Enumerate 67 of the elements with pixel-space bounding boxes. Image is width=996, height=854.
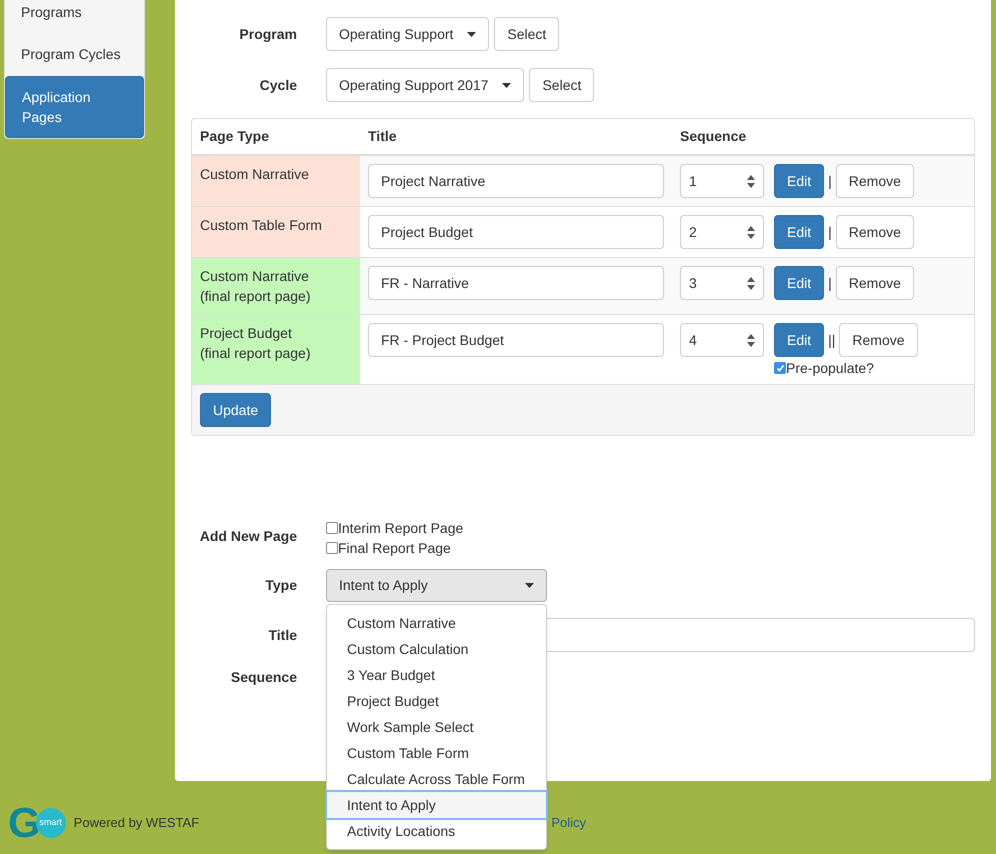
menu-item[interactable]: Custom Calculation xyxy=(327,636,546,662)
column-header: Title xyxy=(367,127,398,146)
page-type-note: (final report page) xyxy=(200,344,312,363)
select-dropdown[interactable]: Operating Support xyxy=(326,17,490,51)
field-label: Program xyxy=(238,24,297,44)
menu-item[interactable]: Custom Table Form xyxy=(327,740,546,766)
sequence-field[interactable]: 1 xyxy=(680,164,764,198)
select-dropdown[interactable]: Operating Support 2017 xyxy=(326,68,524,102)
separator-text: | xyxy=(828,274,832,293)
update-button[interactable]: Update xyxy=(200,393,272,427)
separator-text: | xyxy=(828,172,832,191)
checkbox[interactable] xyxy=(774,362,786,374)
column-header: Page Type xyxy=(199,127,270,146)
page-type-text: Custom Narrative xyxy=(200,165,310,184)
spinner-icon xyxy=(747,226,755,238)
checkbox[interactable] xyxy=(326,522,338,534)
sequence-field[interactable]: 3 xyxy=(680,266,764,300)
spinner-icon xyxy=(747,174,755,188)
column-header: Sequence xyxy=(679,127,748,146)
title-field[interactable]: Project Budget xyxy=(368,215,664,249)
powered-by-text: Powered by WESTAF xyxy=(74,814,200,832)
page-type-text: Custom Narrative xyxy=(200,267,310,286)
menu-item[interactable]: Project Budget xyxy=(327,688,546,714)
edit-button[interactable]: Edit xyxy=(774,164,824,198)
edit-button[interactable]: Edit xyxy=(774,323,824,357)
caret-icon xyxy=(525,583,534,588)
sequence-field[interactable]: 4 xyxy=(680,323,764,357)
menu-item[interactable]: Custom Narrative xyxy=(327,610,546,636)
menu-item[interactable]: Calculate Across Table Form xyxy=(327,766,546,792)
title-field[interactable]: FR - Narrative xyxy=(368,266,664,300)
sidebar-item[interactable]: Program Cycles xyxy=(5,34,144,74)
page-type-note: (final report page) xyxy=(200,287,312,306)
caret-icon xyxy=(467,32,476,36)
field-label: Cycle xyxy=(258,76,297,95)
title-field[interactable]: Project Narrative xyxy=(368,164,664,198)
caret-icon xyxy=(502,82,512,88)
select-button[interactable]: Select xyxy=(529,68,594,102)
menu-item[interactable]: 3 Year Budget xyxy=(327,662,546,688)
sequence-field[interactable]: 2 xyxy=(680,215,764,249)
field-label: Type xyxy=(264,576,297,595)
sidebar-item[interactable]: Application Pages xyxy=(5,76,144,138)
checkbox-label: Pre-populate? xyxy=(786,360,874,376)
select-button[interactable]: Select xyxy=(494,17,560,51)
spinner-icon xyxy=(747,276,755,290)
type-dropdown[interactable]: Intent to Apply xyxy=(326,569,547,602)
separator-text: | xyxy=(828,222,832,242)
remove-button[interactable]: Remove xyxy=(839,323,918,357)
title-field[interactable]: FR - Project Budget xyxy=(368,323,664,357)
remove-button[interactable]: Remove xyxy=(836,266,914,300)
checkbox-label: Final Report Page xyxy=(338,539,451,558)
remove-button[interactable]: Remove xyxy=(836,215,914,249)
field-label: Title xyxy=(267,626,297,644)
remove-button[interactable]: Remove xyxy=(836,164,914,198)
menu-item[interactable]: Work Sample Select xyxy=(327,714,546,740)
field-label: Add New Page xyxy=(198,527,297,546)
sidebar-item[interactable]: Programs xyxy=(5,0,144,32)
spinner-icon xyxy=(747,334,755,346)
separator-text: || xyxy=(828,330,836,350)
edit-button[interactable]: Edit xyxy=(774,266,824,300)
field-label: Sequence xyxy=(230,668,297,687)
checkbox-label: Interim Report Page xyxy=(338,519,464,538)
menu-item[interactable]: Intent to Apply xyxy=(327,792,546,818)
page-type-text: Project Budget xyxy=(200,324,293,343)
checkbox[interactable] xyxy=(326,542,338,554)
page-type-text: Custom Table Form xyxy=(200,216,323,235)
menu-item[interactable]: Activity Locations xyxy=(327,818,546,844)
edit-button[interactable]: Edit xyxy=(774,215,824,249)
